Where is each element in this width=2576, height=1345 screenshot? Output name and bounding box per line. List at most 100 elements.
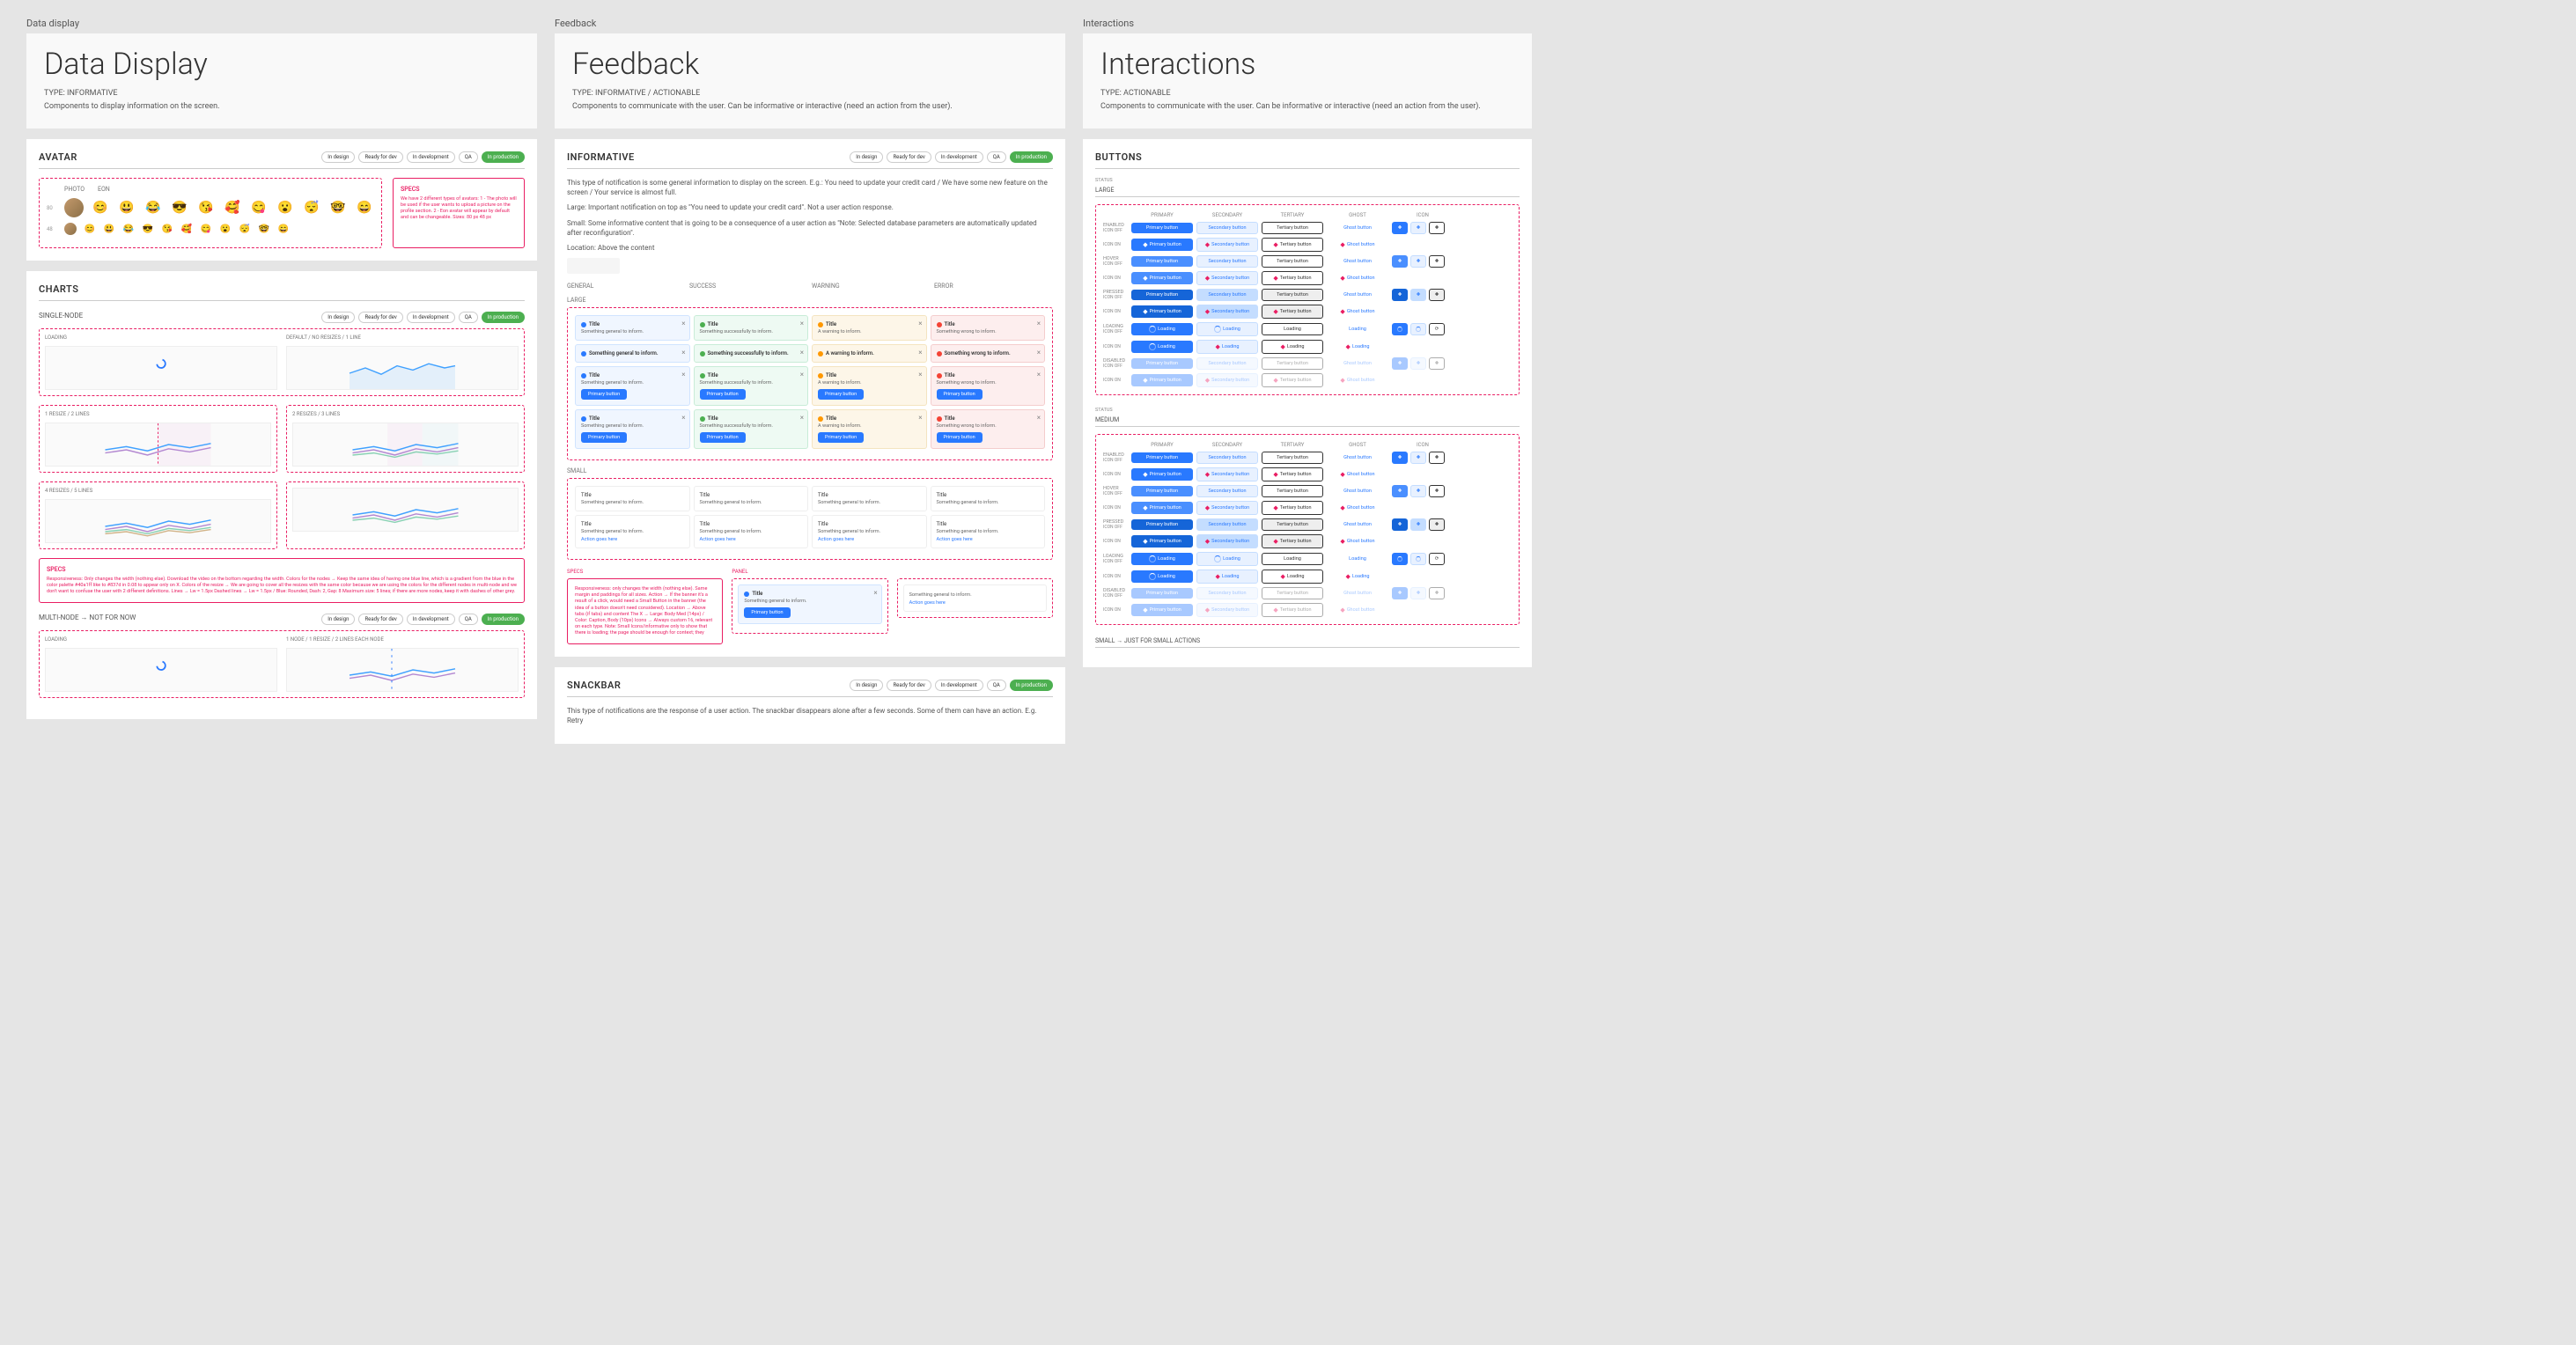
close-icon[interactable]: × xyxy=(681,349,685,356)
icon-button[interactable]: ✚ xyxy=(1410,452,1426,464)
tertiary-button[interactable]: Tertiary button xyxy=(1262,357,1323,370)
primary-button[interactable]: Primary button xyxy=(581,389,627,400)
ghost-button-icon[interactable]: ◆ Ghost button xyxy=(1327,604,1388,616)
icon-button-loading[interactable] xyxy=(1392,323,1408,335)
tertiary-button[interactable]: Tertiary button xyxy=(1262,587,1323,599)
primary-button[interactable]: Primary button xyxy=(937,432,983,443)
close-icon[interactable]: × xyxy=(918,320,922,327)
primary-button[interactable]: Primary button xyxy=(818,432,864,443)
secondary-button[interactable]: Secondary button xyxy=(1196,485,1258,497)
icon-button[interactable]: ✚ xyxy=(1429,357,1445,370)
secondary-button[interactable]: Secondary button xyxy=(1196,289,1258,301)
icon-button-loading[interactable] xyxy=(1410,323,1426,335)
primary-button-icon[interactable]: ◆ Primary button xyxy=(1131,535,1193,548)
primary-button-icon[interactable]: ◆ Primary button xyxy=(1131,374,1193,386)
secondary-button[interactable]: Secondary button xyxy=(1196,587,1258,599)
close-icon[interactable]: × xyxy=(800,371,804,379)
ghost-button-icon[interactable]: ◆ Ghost button xyxy=(1327,535,1388,548)
close-icon[interactable]: × xyxy=(1037,320,1041,327)
secondary-button-icon[interactable]: ◆ Secondary button xyxy=(1196,534,1258,548)
tertiary-button-icon[interactable]: ◆ Tertiary button xyxy=(1262,467,1323,481)
icon-button[interactable]: ✚ xyxy=(1410,357,1426,370)
primary-button-icon[interactable]: ◆ Primary button xyxy=(1131,272,1193,284)
pill-in-production[interactable]: In production xyxy=(482,312,525,323)
ghost-button-loading[interactable]: Loading xyxy=(1327,554,1388,564)
primary-button-icon[interactable]: ◆ Primary button xyxy=(1131,468,1193,481)
primary-button-icon[interactable]: ◆ Primary button xyxy=(1131,239,1193,251)
close-icon[interactable]: × xyxy=(800,320,804,327)
close-icon[interactable]: × xyxy=(918,349,922,356)
secondary-button-icon[interactable]: ◆ Secondary button xyxy=(1196,271,1258,285)
ghost-button[interactable]: Ghost button xyxy=(1327,452,1388,463)
primary-button[interactable]: Primary button xyxy=(1131,588,1193,599)
primary-button[interactable]: Primary button xyxy=(1131,452,1193,463)
secondary-button-loading[interactable]: Loading xyxy=(1196,322,1258,336)
ghost-button-icon[interactable]: ◆ Ghost button xyxy=(1327,305,1388,318)
pill-qa[interactable]: QA xyxy=(987,151,1006,163)
primary-button[interactable]: Primary button xyxy=(1131,256,1193,267)
icon-button[interactable]: ✚ xyxy=(1429,222,1445,234)
close-icon[interactable]: × xyxy=(873,589,877,597)
icon-button[interactable]: ✚ xyxy=(1392,289,1408,301)
primary-button[interactable]: Primary button xyxy=(700,432,746,443)
ghost-button-icon[interactable]: ◆ Ghost button xyxy=(1327,502,1388,514)
ghost-button[interactable]: Ghost button xyxy=(1327,588,1388,599)
tertiary-button-loading[interactable]: Loading xyxy=(1262,553,1323,565)
pill-in-design[interactable]: In design xyxy=(321,614,355,625)
pill-ready-dev[interactable]: Ready for dev xyxy=(358,614,402,625)
secondary-button-icon[interactable]: ◆ Secondary button xyxy=(1196,501,1258,515)
primary-button[interactable]: Primary button xyxy=(1131,358,1193,369)
tertiary-button-icon[interactable]: ◆ Tertiary button xyxy=(1262,373,1323,387)
primary-button-icon[interactable]: ◆ Primary button xyxy=(1131,502,1193,514)
ghost-button[interactable]: Ghost button xyxy=(1327,519,1388,530)
primary-button[interactable]: Primary button xyxy=(1131,519,1193,530)
secondary-button-icon[interactable]: ◆ Secondary button xyxy=(1196,603,1258,617)
primary-button[interactable]: Primary button xyxy=(581,432,627,443)
primary-button-loading[interactable]: Loading xyxy=(1131,323,1193,335)
close-icon[interactable]: × xyxy=(1037,349,1041,356)
close-icon[interactable]: × xyxy=(918,414,922,422)
primary-button-loading[interactable]: Loading xyxy=(1131,341,1193,353)
secondary-button-loading[interactable]: ◆ Loading xyxy=(1196,570,1258,584)
secondary-button[interactable]: Secondary button xyxy=(1196,518,1258,531)
tertiary-button-icon[interactable]: ◆ Tertiary button xyxy=(1262,534,1323,548)
icon-button[interactable]: ✚ xyxy=(1410,289,1426,301)
pill-in-production[interactable]: In production xyxy=(482,151,525,163)
pill-ready-dev[interactable]: Ready for dev xyxy=(358,312,402,323)
close-icon[interactable]: × xyxy=(1037,371,1041,379)
pill-qa[interactable]: QA xyxy=(459,312,478,323)
pill-ready-dev[interactable]: Ready for dev xyxy=(358,151,402,163)
icon-button[interactable]: ✚ xyxy=(1392,255,1408,268)
secondary-button[interactable]: Secondary button xyxy=(1196,357,1258,370)
tertiary-button[interactable]: Tertiary button xyxy=(1262,518,1323,531)
secondary-button[interactable]: Secondary button xyxy=(1196,222,1258,234)
pill-in-design[interactable]: In design xyxy=(850,680,883,691)
close-icon[interactable]: × xyxy=(800,349,804,356)
tertiary-button-icon[interactable]: ◆ Tertiary button xyxy=(1262,305,1323,319)
primary-button[interactable]: Primary button xyxy=(1131,223,1193,233)
tertiary-button-icon[interactable]: ◆ Tertiary button xyxy=(1262,238,1323,252)
close-icon[interactable]: × xyxy=(1037,414,1041,422)
icon-button[interactable]: ✚ xyxy=(1429,289,1445,301)
tertiary-button-icon[interactable]: ◆ Tertiary button xyxy=(1262,271,1323,285)
tertiary-button[interactable]: Tertiary button xyxy=(1262,452,1323,464)
close-icon[interactable]: × xyxy=(681,371,685,379)
pill-in-production[interactable]: In production xyxy=(1010,680,1053,691)
icon-button[interactable]: ✚ xyxy=(1429,518,1445,531)
close-icon[interactable]: × xyxy=(800,414,804,422)
icon-button[interactable]: ✚ xyxy=(1410,485,1426,497)
ghost-button[interactable]: Ghost button xyxy=(1327,223,1388,233)
pill-in-dev[interactable]: In development xyxy=(407,614,455,625)
secondary-button[interactable]: Secondary button xyxy=(1196,452,1258,464)
ghost-button-icon[interactable]: ◆ Ghost button xyxy=(1327,468,1388,481)
action-link[interactable]: Action goes here xyxy=(581,537,617,542)
icon-button[interactable]: ✚ xyxy=(1410,587,1426,599)
primary-button-icon[interactable]: ◆ Primary button xyxy=(1131,305,1193,318)
primary-button[interactable]: Primary button xyxy=(1131,486,1193,496)
pill-in-dev[interactable]: In development xyxy=(407,312,455,323)
pill-qa[interactable]: QA xyxy=(987,680,1006,691)
primary-button[interactable]: Primary button xyxy=(818,389,864,400)
tertiary-button[interactable]: Tertiary button xyxy=(1262,485,1323,497)
ghost-button-loading[interactable]: Loading xyxy=(1327,324,1388,334)
tertiary-button[interactable]: Tertiary button xyxy=(1262,255,1323,268)
